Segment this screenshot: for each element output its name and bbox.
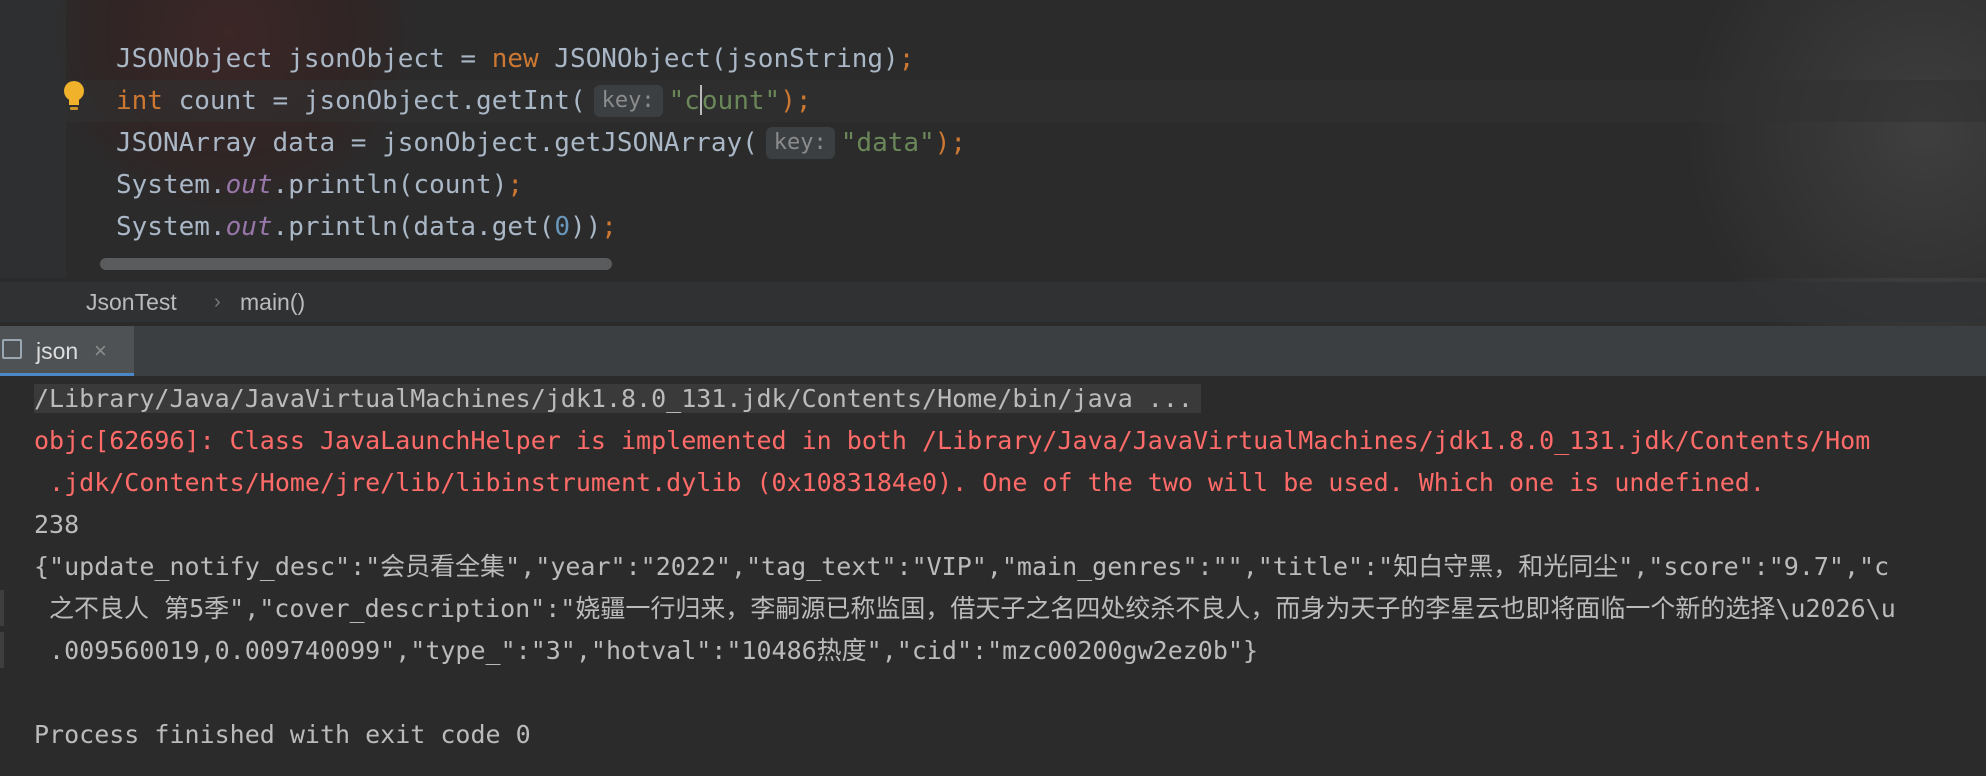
soft-wrap-marker: [0, 632, 4, 668]
horizontal-scrollbar[interactable]: [100, 258, 612, 270]
string-literal: "data": [840, 128, 935, 158]
breadcrumb-class[interactable]: JsonTest: [86, 282, 177, 322]
code-text: System.: [116, 212, 226, 242]
parameter-hint: key:: [765, 127, 835, 159]
keyword-int: int: [116, 86, 163, 116]
semicolon: ;: [898, 44, 915, 74]
code-text: .println(data.get(: [272, 212, 555, 242]
console-icon: [2, 339, 22, 359]
breadcrumb-method[interactable]: main(): [240, 282, 305, 322]
console-line-error-cont: .jdk/Contents/Home/jre/lib/libinstrument…: [34, 468, 1765, 497]
console-line-error: objc[62696]: Class JavaLaunchHelper is i…: [34, 426, 1871, 455]
code-line-5[interactable]: System.out.println(data.get(0));: [116, 206, 617, 248]
close-paren: );: [780, 86, 812, 116]
static-field: out: [225, 212, 273, 242]
tab-json[interactable]: json ×: [0, 326, 134, 376]
keyword-new: new: [491, 44, 539, 74]
code-text: JSONObject jsonObject =: [116, 44, 492, 74]
console-line-json-cont: 之不良人 第5季","cover_description":"娆疆一行归来，李嗣…: [34, 594, 1896, 623]
code-text: count = jsonObject.getInt(: [162, 86, 586, 116]
code-line-4[interactable]: System.out.println(count);: [116, 164, 523, 206]
code-text: .println(count): [272, 170, 508, 200]
code-text: JSONObject(jsonString): [538, 44, 899, 74]
code-line-3[interactable]: JSONArray data = jsonObject.getJSONArray…: [116, 122, 966, 164]
console-line-json-end: .009560019,0.009740099","type_":"3","hot…: [34, 636, 1258, 665]
static-field: out: [225, 170, 273, 200]
code-text: JSONArray data = jsonObject.getJSONArray…: [116, 128, 758, 158]
tab-label: json: [36, 338, 79, 364]
soft-wrap-marker: [0, 590, 4, 626]
string-literal: "c: [668, 86, 700, 116]
code-text: )): [569, 212, 602, 242]
console-output[interactable]: /Library/Java/JavaVirtualMachines/jdk1.8…: [0, 376, 1986, 776]
run-tool-window-tabs: json ×: [0, 326, 1986, 376]
lightbulb-icon[interactable]: [62, 80, 86, 114]
parameter-hint: key:: [593, 85, 663, 117]
code-text: System.: [116, 170, 226, 200]
console-line-exit: Process finished with exit code 0: [34, 720, 531, 749]
close-icon[interactable]: ×: [94, 326, 107, 376]
semicolon: ;: [507, 170, 524, 200]
breadcrumb: JsonTest › main(): [0, 282, 1986, 322]
console-line-count: 238: [34, 510, 80, 539]
java-command[interactable]: /Library/Java/JavaVirtualMachines/jdk1.8…: [34, 384, 1201, 413]
console-line-command: /Library/Java/JavaVirtualMachines/jdk1.8…: [34, 378, 1201, 420]
code-editor[interactable]: JSONObject jsonObject = new JSONObject(j…: [0, 0, 1986, 278]
code-line-1[interactable]: JSONObject jsonObject = new JSONObject(j…: [116, 38, 914, 80]
number-literal: 0: [554, 212, 570, 242]
ide-window: JSONObject jsonObject = new JSONObject(j…: [0, 0, 1986, 776]
string-literal: ount": [701, 86, 781, 116]
console-line-json: {"update_notify_desc":"会员看全集","year":"20…: [34, 552, 1890, 581]
close-paren: );: [934, 128, 967, 158]
code-line-2[interactable]: int count = jsonObject.getInt(key: "count…: [116, 80, 812, 122]
semicolon: ;: [601, 212, 617, 242]
editor-gutter: [0, 0, 66, 278]
breadcrumb-separator: ›: [214, 291, 221, 313]
